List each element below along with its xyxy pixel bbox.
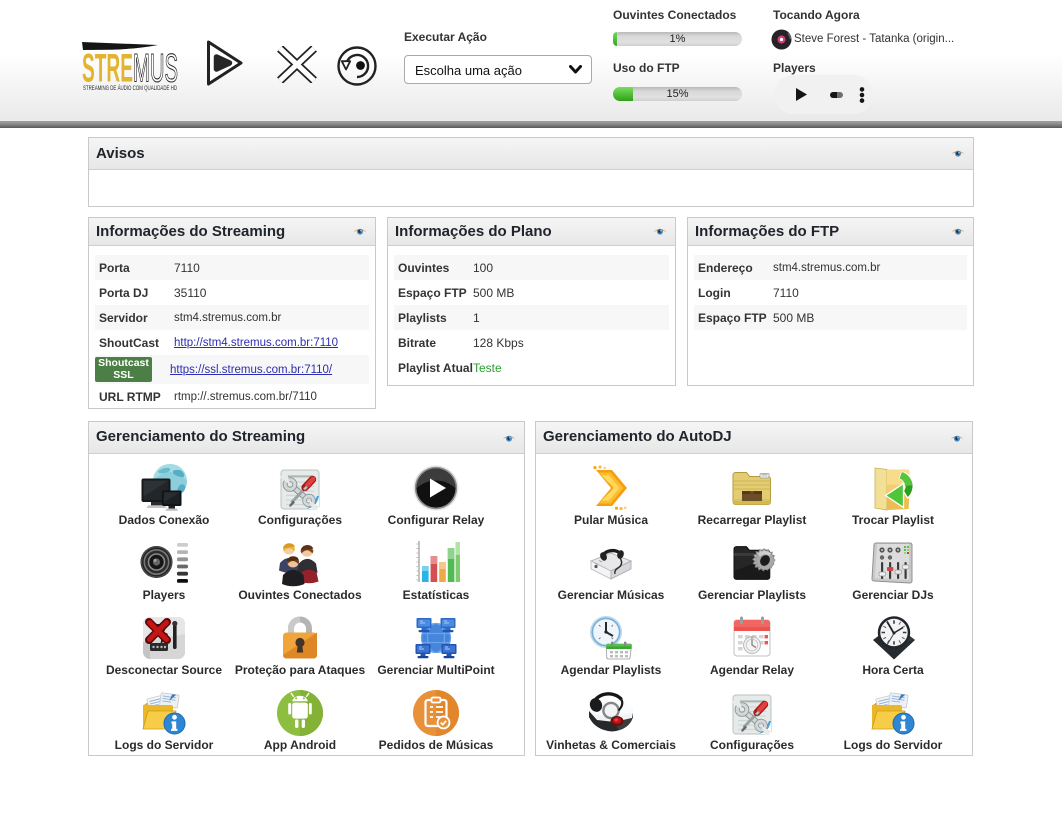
svg-text:STRE: STRE [82,47,133,91]
svg-text:MUS: MUS [133,47,178,91]
svg-text:STREAMING DE ÁUDIO COM QUALIDA: STREAMING DE ÁUDIO COM QUALIDADE HD [83,85,177,92]
